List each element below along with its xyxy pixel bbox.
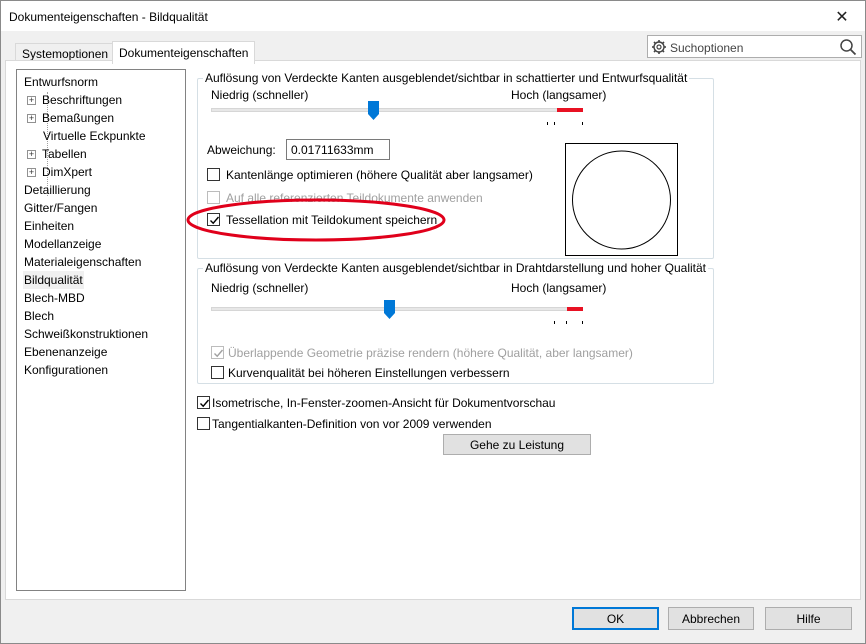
slider-ticks <box>547 122 583 125</box>
tab-label: Systemoptionen <box>22 47 109 61</box>
tree-item-schweisskonstruktionen[interactable]: Schweißkonstruktionen <box>24 325 148 343</box>
button-label: Abbrechen <box>681 611 741 626</box>
slider-high-zone <box>557 108 583 112</box>
tree-item-beschriftungen[interactable]: + Beschriftungen <box>27 91 122 109</box>
slider-track[interactable] <box>211 307 583 311</box>
deviation-field[interactable]: 0.01711633mm <box>286 139 390 160</box>
checkmark-icon <box>200 399 210 408</box>
apply-referenced-parts-checkbox[interactable] <box>207 191 220 204</box>
tab-dokumenteigenschaften[interactable]: Dokumenteigenschaften <box>112 41 256 64</box>
expand-icon[interactable]: + <box>27 167 36 177</box>
tangent-edges-label: Tangentialkanten-Definition von vor 2009… <box>212 417 492 431</box>
save-tessellation-label: Tessellation mit Teildokument speichern <box>226 213 438 227</box>
title-bar: Dokumenteigenschaften - Bildqualität ✕ <box>0 0 866 31</box>
tree-item-tabellen[interactable]: + Tabellen <box>27 145 87 163</box>
slider-thumb[interactable] <box>368 101 379 120</box>
isometric-preview-checkbox[interactable] <box>197 396 210 409</box>
overlap-geometry-label: Überlappende Geometrie präzise rendern (… <box>228 346 633 360</box>
preview-circle-icon <box>572 150 671 250</box>
apply-referenced-parts-label: Auf alle referenzierten Teildokumente an… <box>226 191 483 205</box>
tree-item-gitter-fangen[interactable]: Gitter/Fangen <box>24 199 97 217</box>
tree-item-bemassungen[interactable]: + Bemaßungen <box>27 109 114 127</box>
close-icon: ✕ <box>835 8 849 26</box>
deviation-label: Abweichung: <box>207 143 276 157</box>
tree-item-entwurfsnorm[interactable]: Entwurfsnorm <box>24 73 98 91</box>
tree-item-ebenenanzeige[interactable]: Ebenenanzeige <box>24 343 107 361</box>
button-label: Gehe zu Leistung <box>469 437 565 452</box>
search-placeholder: Suchoptionen <box>670 41 744 55</box>
tree-item-einheiten[interactable]: Einheiten <box>24 217 74 235</box>
optimize-edge-length-label: Kantenlänge optimieren (höhere Qualität … <box>226 168 533 182</box>
close-button[interactable]: ✕ <box>819 1 865 32</box>
tree-item-detaillierung[interactable]: Detaillierung <box>24 181 91 199</box>
curve-quality-label: Kurvenqualität bei höheren Einstellungen… <box>228 366 510 380</box>
tree-item-bildqualitaet[interactable]: Bildqualität <box>23 271 84 289</box>
slider-ticks <box>554 321 583 324</box>
tree-item-dimxpert[interactable]: + DimXpert <box>27 163 92 181</box>
slider-thumb[interactable] <box>384 300 395 319</box>
search-box[interactable]: Suchoptionen <box>647 35 862 58</box>
ok-button[interactable]: OK <box>572 607 659 630</box>
save-tessellation-checkbox[interactable] <box>207 213 220 226</box>
button-label: OK <box>606 611 625 626</box>
checkmark-icon <box>210 216 220 225</box>
overlap-geometry-checkbox[interactable] <box>211 346 224 359</box>
help-button[interactable]: Hilfe <box>765 607 852 630</box>
deviation-value: 0.01711633mm <box>291 143 374 157</box>
tree-item-blech-mbd[interactable]: Blech-MBD <box>24 289 85 307</box>
settings-tree: Entwurfsnorm + Beschriftungen + Bemaßungen… <box>16 69 186 591</box>
expand-icon[interactable]: + <box>27 95 36 105</box>
isometric-preview-label: Isometrische, In-Fenster-zoomen-Ansicht … <box>212 396 556 410</box>
go-to-performance-button[interactable]: Gehe zu Leistung <box>443 434 591 455</box>
expand-icon[interactable]: + <box>27 149 36 159</box>
checkmark-icon <box>214 349 224 358</box>
tree-item-konfigurationen[interactable]: Konfigurationen <box>24 361 108 379</box>
shaded-high-label: Hoch (langsamer) <box>511 88 607 102</box>
shaded-low-label: Niedrig (schneller) <box>211 88 309 102</box>
tree-item-materialeigenschaften[interactable]: Materialeigenschaften <box>24 253 141 271</box>
tree-item-modellanzeige[interactable]: Modellanzeige <box>24 235 101 253</box>
window-title: Dokumenteigenschaften - Bildqualität <box>9 10 208 24</box>
quality-preview <box>565 143 678 256</box>
slider-track[interactable] <box>211 108 583 112</box>
search-icon[interactable] <box>839 38 857 56</box>
wireframe-group-title: Auflösung von Verdeckte Kanten ausgeblen… <box>203 261 708 275</box>
tree-item-virtuelle-eckpunkte[interactable]: Virtuelle Eckpunkte <box>43 127 146 145</box>
tangent-edges-checkbox[interactable] <box>197 417 210 430</box>
curve-quality-checkbox[interactable] <box>211 366 224 379</box>
button-label: Hilfe <box>796 611 821 626</box>
slider-high-zone <box>567 307 583 311</box>
cancel-button[interactable]: Abbrechen <box>668 607 754 630</box>
tab-label: Dokumenteigenschaften <box>119 46 249 60</box>
tree-item-blech[interactable]: Blech <box>24 307 54 325</box>
expand-icon[interactable]: + <box>27 113 36 123</box>
optimize-edge-length-checkbox[interactable] <box>207 168 220 181</box>
shaded-group-title: Auflösung von Verdeckte Kanten ausgeblen… <box>203 71 690 85</box>
gear-icon <box>652 40 666 54</box>
wireframe-low-label: Niedrig (schneller) <box>211 281 309 295</box>
wireframe-high-label: Hoch (langsamer) <box>511 281 607 295</box>
